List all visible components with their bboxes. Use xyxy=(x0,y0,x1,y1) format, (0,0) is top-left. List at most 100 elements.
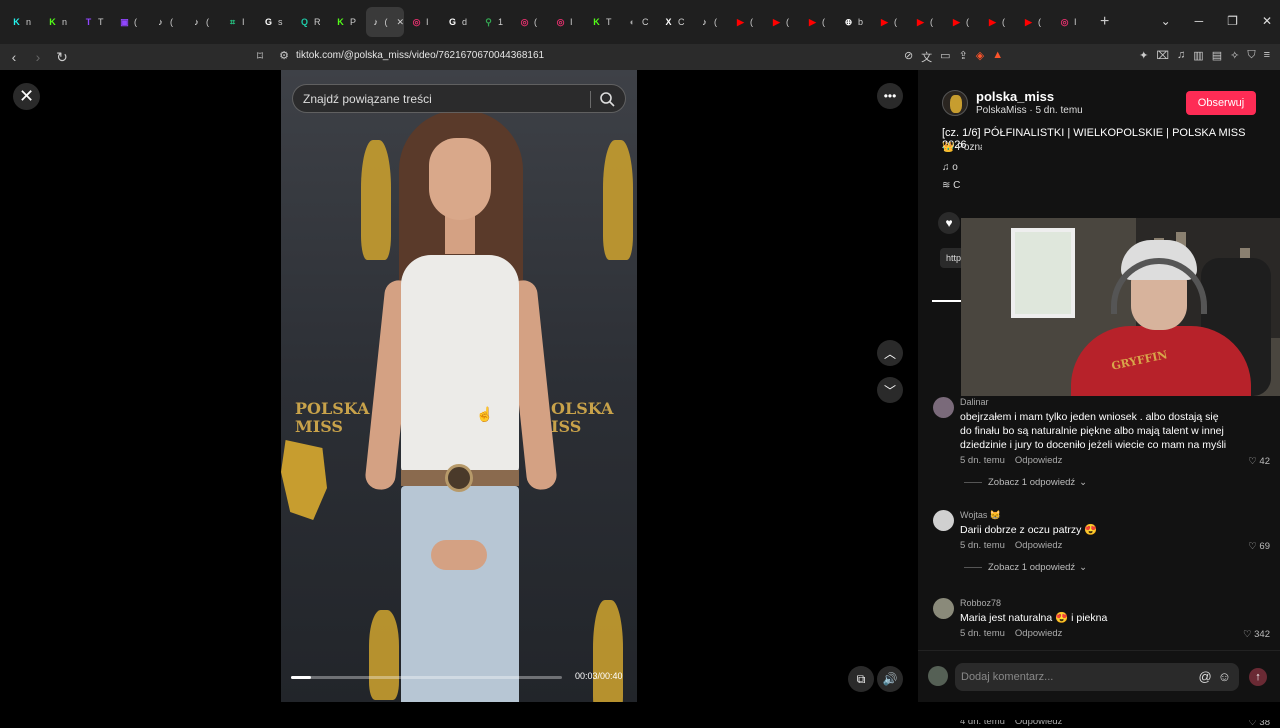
browser-tab[interactable]: ◐ C xyxy=(622,7,656,37)
browser-tab[interactable]: ♪( xyxy=(694,7,728,37)
cast-icon[interactable]: ▭ xyxy=(940,49,950,65)
forward-icon[interactable]: › xyxy=(28,49,48,65)
browser-tab[interactable]: ⌗ I xyxy=(222,7,256,37)
minimize-icon[interactable]: ─ xyxy=(1195,14,1204,28)
previous-video-button[interactable]: ︿ xyxy=(877,340,903,366)
browser-tab[interactable]: ◎ I xyxy=(406,7,440,37)
site-info-icon[interactable]: ⚙ xyxy=(274,49,294,62)
browser-tab[interactable]: ◎ I xyxy=(550,7,584,37)
chevron-down-icon: ⌄ xyxy=(1079,562,1088,573)
author-avatar[interactable] xyxy=(942,90,968,116)
browser-tab[interactable]: ▶( xyxy=(1018,7,1052,37)
browser-tab[interactable]: ▶( xyxy=(982,7,1016,37)
reply-button[interactable]: Odpowiedz xyxy=(1015,455,1063,466)
browser-tab[interactable]: Gs xyxy=(258,7,292,37)
pip-button[interactable]: ⧉ xyxy=(848,666,874,692)
browser-tab[interactable]: ▶( xyxy=(802,7,836,37)
close-video-button[interactable]: ✕ xyxy=(13,83,40,110)
search-icon[interactable] xyxy=(599,91,615,107)
like-button[interactable]: ♥ xyxy=(938,212,960,234)
browser-tab[interactable]: KP xyxy=(330,7,364,37)
next-video-button[interactable]: ﹀ xyxy=(877,377,903,403)
browser-tab[interactable]: QR xyxy=(294,7,328,37)
browser-tab[interactable]: ♪( xyxy=(186,7,220,37)
video-description-more: 👑 Poznajcie pierwsze półfinalistki Polsk… xyxy=(942,142,982,153)
comment-like-count: 69 xyxy=(1259,541,1270,552)
music-row[interactable]: ♫ o xyxy=(942,162,958,173)
wallet-icon[interactable]: ▤ xyxy=(1212,49,1222,65)
search-divider xyxy=(590,91,591,108)
browser-tab[interactable]: ▶( xyxy=(910,7,944,37)
sidebar-icon[interactable]: ▥ xyxy=(1193,49,1203,65)
volume-button[interactable]: 🔊 xyxy=(877,666,903,692)
address-bar: ‹ › ↻ ⌑ ⚙ tiktok.com/@polska_miss/video/… xyxy=(0,44,1280,70)
comment-like-button[interactable]: ♡ 342 xyxy=(1243,629,1270,640)
browser-tab[interactable]: ▶( xyxy=(874,7,908,37)
browser-tab[interactable]: ▶( xyxy=(946,7,980,37)
view-replies-button[interactable]: Zobacz 1 odpowiedź⌄ xyxy=(964,477,1087,488)
browser-tab[interactable]: ♪( xyxy=(150,7,184,37)
tab-title: I xyxy=(1074,17,1077,27)
video-player[interactable]: POLSKA MISS OLSKA ISS Znajdź powiązane t… xyxy=(281,70,637,704)
effect-row[interactable]: ≋ C xyxy=(942,180,960,191)
brave-rewards-icon[interactable]: ▲ xyxy=(992,49,1003,65)
new-tab-button[interactable]: + xyxy=(1100,13,1109,31)
back-icon[interactable]: ‹ xyxy=(4,49,24,65)
commenter-username[interactable]: Wojtas 😸 xyxy=(960,510,1001,521)
comment-input[interactable]: Dodaj komentarz... @ ☺ xyxy=(955,663,1239,691)
browser-tab[interactable]: XC xyxy=(658,7,692,37)
browser-tab[interactable]: ⚲ 1 xyxy=(478,7,512,37)
browser-tab[interactable]: Gd xyxy=(442,7,476,37)
emoji-icon[interactable]: ☺ xyxy=(1218,669,1231,684)
media-icon[interactable]: ♫ xyxy=(1177,49,1185,65)
browser-tab[interactable]: Kn xyxy=(42,7,76,37)
browser-tab[interactable]: KT xyxy=(586,7,620,37)
commenter-username[interactable]: Dalinar xyxy=(960,397,989,407)
browser-tab[interactable]: ▣( xyxy=(114,7,148,37)
url-field[interactable]: tiktok.com/@polska_miss/video/7621670670… xyxy=(296,50,544,61)
vpn-icon[interactable]: ⛉ xyxy=(1247,49,1255,65)
browser-tab[interactable]: ▶( xyxy=(766,7,800,37)
close-tab-icon[interactable]: ✕ xyxy=(396,17,404,28)
my-avatar xyxy=(928,666,948,686)
browser-tab[interactable]: ◎ I xyxy=(1054,7,1088,37)
browser-tab[interactable]: ♪ (✕ xyxy=(366,7,404,37)
reply-button[interactable]: Odpowiedz xyxy=(1015,540,1063,551)
mention-icon[interactable]: @ xyxy=(1199,669,1212,684)
reload-icon[interactable]: ↻ xyxy=(52,49,72,66)
video-progress-bar[interactable] xyxy=(291,676,562,679)
maximize-icon[interactable]: ❐ xyxy=(1227,14,1238,28)
author-username[interactable]: polska_miss xyxy=(976,89,1054,104)
browser-tab[interactable]: ▶( xyxy=(730,7,764,37)
more-options-button[interactable]: ••• xyxy=(877,83,903,109)
reply-button[interactable]: Odpowiedz xyxy=(1015,628,1063,639)
bookmark-icon[interactable]: ⌑ xyxy=(250,49,270,63)
commenter-username[interactable]: Robboz78 xyxy=(960,598,1001,608)
tab-title: 1 xyxy=(498,17,504,27)
commenter-avatar[interactable] xyxy=(933,510,954,531)
browser-tab[interactable]: TT xyxy=(78,7,112,37)
browser-tab[interactable]: ⊕ b xyxy=(838,7,872,37)
no-translate-icon[interactable]: ⊘ xyxy=(904,49,913,65)
tab-favicon-icon: ⌗ xyxy=(229,16,236,27)
comment-like-button[interactable]: ♡ 42 xyxy=(1248,456,1270,467)
share-icon[interactable]: ⇪ xyxy=(959,49,968,65)
browser-tab[interactable]: ◎( xyxy=(514,7,548,37)
comment-like-button[interactable]: ♡ 69 xyxy=(1248,541,1270,552)
commenter-avatar[interactable] xyxy=(933,598,954,619)
related-search-input[interactable]: Znajdź powiązane treści xyxy=(292,84,626,113)
tab-favicon-icon: ◎ xyxy=(520,16,529,27)
menu-icon[interactable]: ≡ xyxy=(1264,49,1270,65)
tab-search-icon[interactable]: ⌄ xyxy=(1161,14,1171,28)
leo-icon[interactable]: ✧ xyxy=(1230,49,1239,65)
browser-tab[interactable]: Kn xyxy=(6,7,40,37)
view-replies-button[interactable]: Zobacz 1 odpowiedź⌄ xyxy=(964,562,1087,573)
close-window-icon[interactable]: ✕ xyxy=(1262,14,1272,28)
translate-icon[interactable]: 文 xyxy=(921,49,932,65)
brave-shield-icon[interactable]: ◈ xyxy=(976,49,984,65)
commenter-avatar[interactable] xyxy=(933,397,954,418)
send-button[interactable]: ↑ xyxy=(1249,668,1267,686)
screenshot-icon[interactable]: ⌧ xyxy=(1156,49,1169,65)
follow-button[interactable]: Obserwuj xyxy=(1186,91,1256,115)
extensions-icon[interactable]: ✦ xyxy=(1139,49,1148,65)
